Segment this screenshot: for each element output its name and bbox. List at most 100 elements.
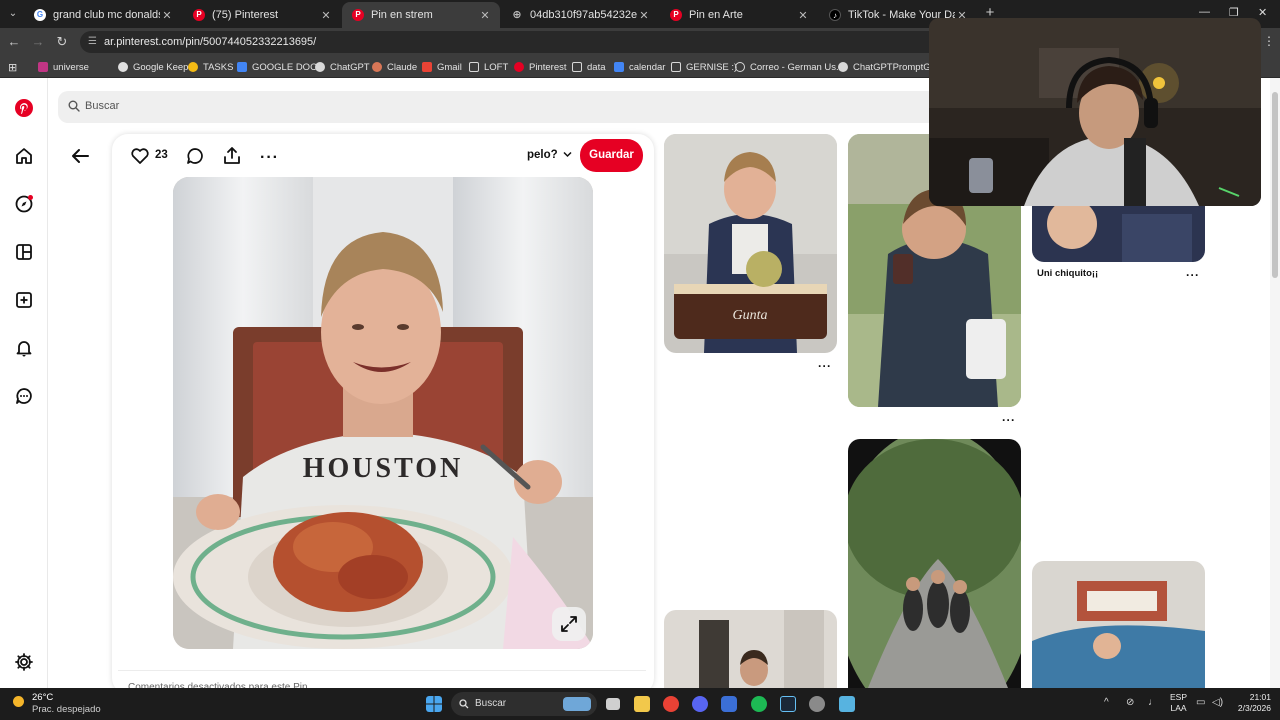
bookmark-item[interactable]: TASKS: [188, 59, 233, 75]
site-info-icon[interactable]: ☰: [88, 31, 97, 53]
pin-tile[interactable]: [848, 439, 1021, 688]
pin-tile[interactable]: [1032, 561, 1205, 688]
tile-more-icon[interactable]: ···: [1002, 413, 1016, 427]
browser-tab[interactable]: ⊕ 04db310f97ab54232efbcd17c5 ✕: [501, 2, 659, 28]
minimize-window-icon[interactable]: —: [1199, 6, 1210, 18]
tile-more-icon[interactable]: ···: [818, 359, 832, 373]
explore-compass-icon[interactable]: [14, 194, 34, 214]
comment-icon[interactable]: [186, 147, 204, 165]
obs-icon[interactable]: [809, 696, 825, 712]
boards-icon[interactable]: [14, 242, 34, 262]
search-icon: [68, 100, 80, 112]
close-tab-icon[interactable]: ✕: [796, 9, 810, 22]
chrome-icon[interactable]: [663, 696, 679, 712]
save-pin-button[interactable]: Guardar: [580, 139, 643, 172]
bookmark-item[interactable]: ChatGPT: [315, 59, 370, 75]
pinterest-icon: P: [670, 9, 682, 21]
home-icon[interactable]: [14, 146, 34, 166]
browser-tab-active[interactable]: P Pin en strem ✕: [342, 2, 500, 28]
close-tab-icon[interactable]: ✕: [637, 9, 651, 22]
expand-image-button[interactable]: [552, 607, 586, 641]
tray-volume-icon[interactable]: ◁): [1212, 697, 1223, 708]
url-field[interactable]: ☰ ar.pinterest.com/pin/50074405233221369…: [80, 31, 940, 53]
tray-chevron-up-icon[interactable]: ^: [1104, 697, 1109, 708]
clock-date: 2/3/2026: [1237, 703, 1271, 713]
tile-caption: Uni chiquito¡¡: [1037, 268, 1099, 279]
windows-start-icon[interactable]: [426, 696, 442, 712]
chevron-down-icon: [563, 151, 572, 158]
windows-taskbar: 26°C Prac. despejado Buscar ^ ⊘ ♩ ESP LA…: [0, 688, 1280, 720]
weather-temp: 26°C: [32, 692, 54, 703]
bookmark-item[interactable]: LOFT: [469, 59, 508, 75]
bookmark-item[interactable]: calendar: [614, 59, 665, 75]
apps-grid-icon[interactable]: ⊞: [8, 59, 17, 75]
bookmark-item[interactable]: Pinterest: [514, 59, 567, 75]
pinterest-logo-icon[interactable]: [14, 98, 34, 118]
steam-icon[interactable]: [780, 696, 796, 712]
bookmark-item[interactable]: data: [572, 59, 606, 75]
browser-tab-title: Pin en strem: [371, 9, 433, 21]
like-count: 23: [155, 149, 168, 161]
bookmark-label: data: [587, 61, 606, 73]
bookmark-item[interactable]: GERNISE :): [671, 59, 737, 75]
page-scrollbar-thumb[interactable]: [1272, 92, 1278, 278]
settings-gear-icon[interactable]: [14, 652, 34, 672]
bookmark-item[interactable]: universe: [38, 59, 89, 75]
forward-arrow-icon[interactable]: →: [30, 34, 46, 50]
bookmark-item[interactable]: Google Keep: [118, 59, 188, 75]
bookmark-item[interactable]: GOOGLE DOCS: [237, 59, 323, 75]
pin-tile[interactable]: [664, 610, 837, 688]
bookmark-label: GOOGLE DOCS: [252, 61, 324, 73]
close-tab-icon[interactable]: ✕: [319, 9, 333, 22]
more-options-icon[interactable]: ···: [260, 149, 279, 167]
tile-more-icon[interactable]: ···: [1186, 268, 1200, 282]
taskbar-search[interactable]: Buscar: [451, 692, 597, 716]
discord-icon[interactable]: [692, 696, 708, 712]
bookmark-item[interactable]: Claude: [372, 59, 417, 75]
search-input[interactable]: Buscar: [58, 91, 938, 123]
tray-microphone-icon[interactable]: ♩: [1148, 697, 1158, 708]
tab-search-chevron-icon[interactable]: ⌄: [4, 5, 22, 23]
create-plus-icon[interactable]: [14, 290, 34, 310]
browser-tab[interactable]: G grand club mc donalds - Buscar ✕: [24, 2, 182, 28]
folder-icon: [572, 62, 582, 72]
close-window-icon[interactable]: ✕: [1258, 6, 1267, 19]
google-icon: G: [34, 9, 46, 21]
browser-tab[interactable]: P (75) Pinterest ✕: [183, 2, 341, 28]
tasks-icon: [188, 62, 198, 72]
close-tab-icon[interactable]: ✕: [160, 9, 174, 22]
webcam-overlay: [929, 18, 1261, 206]
pin-tile[interactable]: Gunta: [664, 134, 837, 353]
weather-desc: Prac. despejado: [32, 704, 101, 715]
back-arrow-icon[interactable]: [70, 147, 92, 165]
pin-image[interactable]: HOUSTON: [173, 177, 593, 649]
share-icon[interactable]: [223, 146, 241, 165]
tray-network-off-icon[interactable]: ⊘: [1126, 697, 1134, 708]
file-explorer-icon[interactable]: [634, 696, 650, 712]
task-view-icon[interactable]: [606, 698, 620, 710]
board-selector[interactable]: pelo?: [527, 149, 572, 161]
close-tab-icon[interactable]: ✕: [478, 9, 492, 22]
browser-tab[interactable]: P Pin en Arte ✕: [660, 2, 818, 28]
app-icon[interactable]: [721, 696, 737, 712]
search-highlight-icon: [563, 697, 591, 711]
language-indicator[interactable]: ESP LAA: [1170, 692, 1187, 714]
browser-menu-icon[interactable]: ⋮: [1263, 34, 1275, 48]
bookmark-item[interactable]: Gmail: [422, 59, 462, 75]
notifications-bell-icon[interactable]: [14, 338, 34, 358]
tiktok-icon: ♪: [829, 9, 841, 21]
globe-icon: ⊕: [512, 9, 522, 21]
weather-widget[interactable]: 26°C Prac. despejado: [13, 692, 101, 716]
bookmark-label: calendar: [629, 61, 666, 73]
bookmark-label: Claude: [387, 61, 418, 73]
notepad-icon[interactable]: [839, 696, 855, 712]
heart-icon[interactable]: [130, 147, 150, 165]
messages-icon[interactable]: [14, 386, 34, 406]
tray-display-icon[interactable]: ▭: [1196, 697, 1205, 708]
spotify-icon[interactable]: [751, 696, 767, 712]
back-arrow-icon[interactable]: ←: [6, 34, 22, 50]
reload-icon[interactable]: ↻: [54, 34, 70, 50]
system-clock[interactable]: 21:01 2/3/2026: [1231, 692, 1271, 714]
bookmark-item[interactable]: Correo - German Us...: [735, 59, 844, 75]
svg-text:HOUSTON: HOUSTON: [303, 453, 464, 484]
